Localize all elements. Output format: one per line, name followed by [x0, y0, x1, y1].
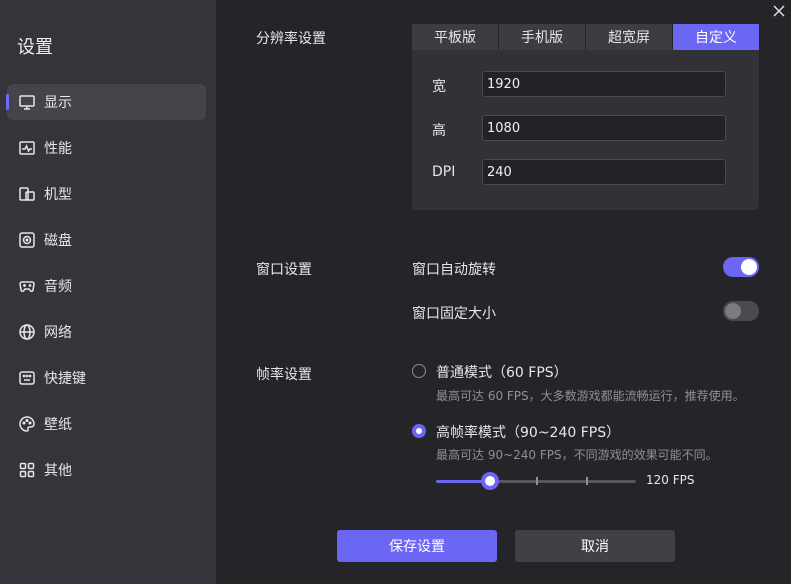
tab-phone[interactable]: 手机版	[499, 24, 585, 50]
palette-icon	[18, 415, 36, 433]
slider-thumb[interactable]	[481, 472, 499, 490]
dpi-input[interactable]	[482, 159, 726, 185]
sidebar-item-label: 网络	[44, 325, 72, 341]
sidebar-item-network[interactable]: 网络	[7, 314, 206, 350]
sidebar-item-wallpaper[interactable]: 壁纸	[7, 406, 206, 442]
sidebar-item-model[interactable]: 机型	[7, 176, 206, 212]
width-label: 宽	[432, 79, 446, 95]
monitor-icon	[18, 93, 36, 111]
toggle-knob	[741, 259, 757, 275]
sidebar-item-label: 快捷键	[44, 371, 86, 387]
height-label: 高	[432, 123, 446, 139]
sidebar-item-shortcuts[interactable]: 快捷键	[7, 360, 206, 396]
sidebar-item-performance[interactable]: 性能	[7, 130, 206, 166]
window-section-label: 窗口设置	[256, 262, 312, 278]
pulse-icon	[18, 139, 36, 157]
sidebar-item-label: 其他	[44, 463, 72, 479]
slider-tick	[536, 477, 538, 485]
height-input[interactable]	[482, 115, 726, 141]
dpi-label: DPI	[432, 164, 456, 180]
device-icon	[18, 185, 36, 203]
normal-mode-title[interactable]: 普通模式（60 FPS）	[436, 362, 568, 382]
close-button[interactable]	[770, 2, 788, 20]
gamepad-icon	[18, 277, 36, 295]
save-button[interactable]: 保存设置	[337, 530, 497, 562]
high-mode-radio[interactable]	[412, 424, 426, 438]
high-mode-title[interactable]: 高帧率模式（90~240 FPS）	[436, 422, 620, 442]
sidebar-item-label: 音频	[44, 279, 72, 295]
sidebar-item-audio[interactable]: 音频	[7, 268, 206, 304]
high-mode-description: 最高可达 90~240 FPS，不同游戏的效果可能不同。	[436, 448, 718, 462]
globe-icon	[18, 323, 36, 341]
tab-tablet[interactable]: 平板版	[412, 24, 498, 50]
disk-icon	[18, 231, 36, 249]
fps-value-label: 120 FPS	[646, 473, 695, 487]
grid-icon	[18, 461, 36, 479]
tab-ultrawide[interactable]: 超宽屏	[586, 24, 672, 50]
sidebar-title: 设置	[17, 37, 53, 58]
resolution-tabs: 平板版 手机版 超宽屏 自定义	[412, 24, 759, 50]
cancel-button[interactable]: 取消	[515, 530, 675, 562]
fixed-size-label: 窗口固定大小	[412, 306, 496, 322]
normal-mode-radio[interactable]	[412, 364, 426, 378]
keyboard-icon	[18, 369, 36, 387]
toggle-knob	[725, 303, 741, 319]
sidebar-item-label: 磁盘	[44, 233, 72, 249]
sidebar-item-other[interactable]: 其他	[7, 452, 206, 488]
sidebar: 设置 显示 性能 机型 磁盘 音频 网络 快捷键 壁纸 其他	[0, 0, 216, 584]
framerate-section-label: 帧率设置	[256, 367, 312, 383]
sidebar-item-label: 机型	[44, 187, 72, 203]
resolution-panel: 宽 高 DPI	[412, 50, 759, 210]
fps-slider[interactable]	[436, 472, 636, 490]
slider-tick	[586, 477, 588, 485]
normal-mode-description: 最高可达 60 FPS，大多数游戏都能流畅运行，推荐使用。	[436, 389, 745, 403]
sidebar-item-label: 显示	[44, 95, 72, 111]
width-input[interactable]	[482, 71, 726, 97]
sidebar-item-label: 壁纸	[44, 417, 72, 433]
resolution-section-label: 分辨率设置	[256, 31, 326, 47]
sidebar-item-display[interactable]: 显示	[6, 84, 206, 120]
sidebar-item-label: 性能	[44, 141, 72, 157]
fixed-size-toggle[interactable]	[723, 301, 759, 321]
sidebar-item-disk[interactable]: 磁盘	[7, 222, 206, 258]
tab-custom[interactable]: 自定义	[673, 24, 759, 50]
auto-rotate-toggle[interactable]	[723, 257, 759, 277]
auto-rotate-label: 窗口自动旋转	[412, 262, 496, 278]
close-icon	[770, 5, 788, 24]
